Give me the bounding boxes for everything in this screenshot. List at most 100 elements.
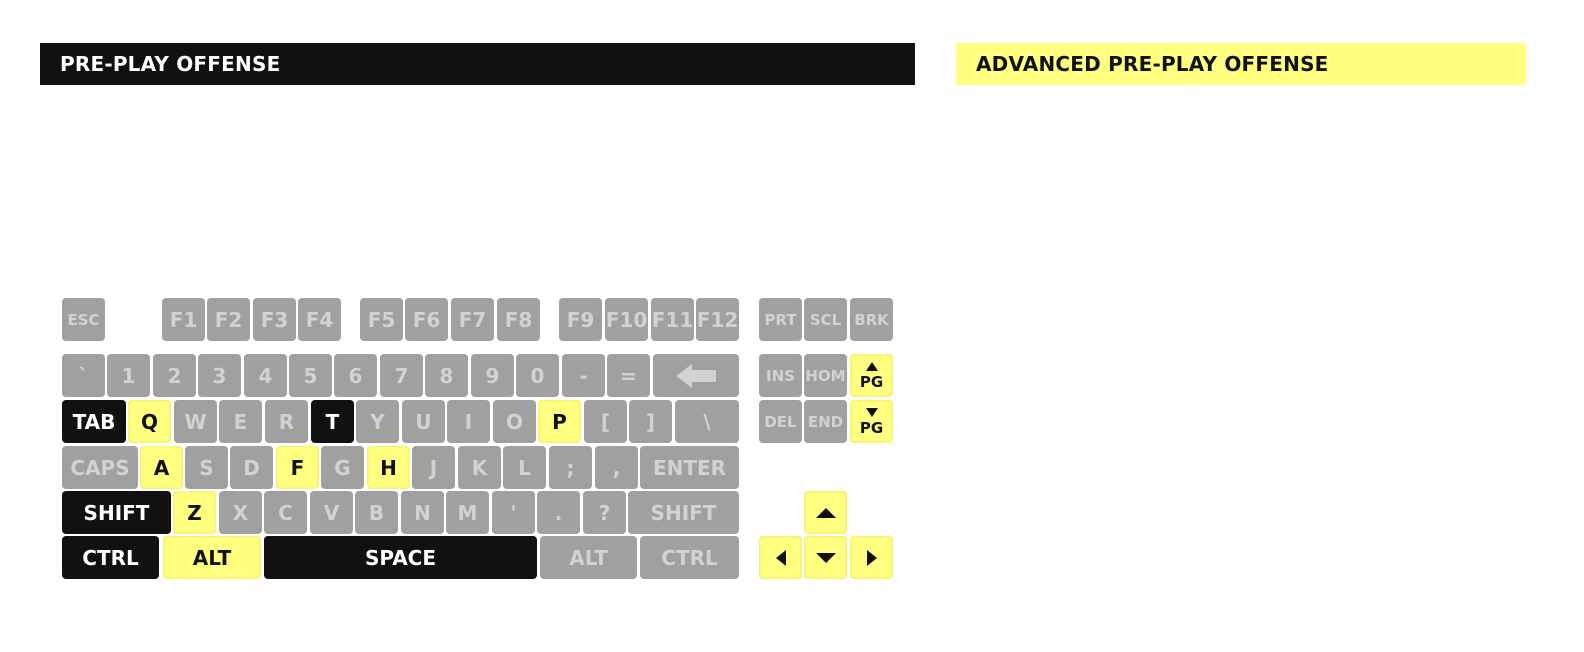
- key-8[interactable]: 8: [425, 354, 468, 397]
- key-t[interactable]: T: [311, 400, 354, 443]
- key-sym[interactable]: \: [675, 400, 739, 443]
- key-label: SCL: [809, 310, 842, 329]
- key-5[interactable]: 5: [289, 354, 332, 397]
- key-2[interactable]: 2: [153, 354, 196, 397]
- key-f2[interactable]: F2: [207, 298, 250, 341]
- key-f1[interactable]: F1: [162, 298, 205, 341]
- key-f12[interactable]: F12: [696, 298, 739, 341]
- arrow-up-icon: [815, 507, 836, 518]
- key-label: C: [278, 500, 293, 525]
- key-l[interactable]: L: [503, 446, 546, 489]
- key-label: INS: [766, 366, 795, 385]
- key-r[interactable]: R: [265, 400, 308, 443]
- key-i[interactable]: I: [447, 400, 490, 443]
- key-label: TAB: [72, 409, 116, 434]
- key-h[interactable]: H: [367, 446, 410, 489]
- key-f11[interactable]: F11: [651, 298, 694, 341]
- key-f5[interactable]: F5: [360, 298, 403, 341]
- key-sym[interactable]: `: [62, 354, 105, 397]
- key-label: PRT: [764, 310, 797, 329]
- key-sym[interactable]: ]: [629, 400, 672, 443]
- key-f7[interactable]: F7: [451, 298, 494, 341]
- key-z[interactable]: Z: [173, 491, 216, 534]
- key-a[interactable]: A: [140, 446, 183, 489]
- key-scl[interactable]: SCL: [804, 298, 847, 341]
- key-1[interactable]: 1: [107, 354, 150, 397]
- key-f8[interactable]: F8: [497, 298, 540, 341]
- key-w[interactable]: W: [174, 400, 217, 443]
- key-s[interactable]: S: [185, 446, 228, 489]
- key-u[interactable]: U: [402, 400, 445, 443]
- key-0[interactable]: 0: [516, 354, 559, 397]
- key-c[interactable]: C: [264, 491, 307, 534]
- key-label: ?: [598, 500, 611, 525]
- key-shift[interactable]: SHIFT: [628, 491, 739, 534]
- key-sym[interactable]: ?: [583, 491, 626, 534]
- key-del[interactable]: DEL: [759, 400, 802, 443]
- key-label: F11: [651, 307, 694, 332]
- key-g[interactable]: G: [321, 446, 364, 489]
- key-label: Y: [370, 409, 385, 434]
- key-d[interactable]: D: [230, 446, 273, 489]
- key-ins[interactable]: INS: [759, 354, 802, 397]
- key-f4[interactable]: F4: [298, 298, 341, 341]
- key-3[interactable]: 3: [198, 354, 241, 397]
- key-label: CAPS: [70, 455, 130, 480]
- key-b[interactable]: B: [355, 491, 398, 534]
- key-tab[interactable]: TAB: [62, 400, 126, 443]
- key-esc[interactable]: ESC: [62, 298, 105, 341]
- key-alt[interactable]: ALT: [540, 536, 637, 579]
- key-brk[interactable]: BRK: [850, 298, 893, 341]
- key-backspace-arrow[interactable]: [653, 354, 739, 397]
- key-hom[interactable]: HOM: [804, 354, 847, 397]
- key-7[interactable]: 7: [380, 354, 423, 397]
- key-label: =: [620, 363, 637, 388]
- key-enter[interactable]: ENTER: [640, 446, 739, 489]
- key-shift[interactable]: SHIFT: [62, 491, 171, 534]
- key-alt[interactable]: ALT: [163, 536, 261, 579]
- key-f6[interactable]: F6: [405, 298, 448, 341]
- key-e[interactable]: E: [219, 400, 262, 443]
- key-f10[interactable]: F10: [605, 298, 648, 341]
- key-space[interactable]: SPACE: [264, 536, 537, 579]
- key-k[interactable]: K: [458, 446, 501, 489]
- key-v[interactable]: V: [310, 491, 353, 534]
- key-o[interactable]: O: [493, 400, 536, 443]
- key-sym[interactable]: .: [537, 491, 580, 534]
- key-j[interactable]: J: [412, 446, 455, 489]
- key-6[interactable]: 6: [334, 354, 377, 397]
- key-label: F4: [305, 307, 334, 332]
- advanced-pre-play-offense-header: ADVANCED PRE-PLAY OFFENSE: [956, 43, 1526, 85]
- key-arrow-down[interactable]: [804, 536, 847, 579]
- key-label: BRK: [854, 310, 889, 329]
- key-prt[interactable]: PRT: [759, 298, 802, 341]
- key-sym[interactable]: ,: [595, 446, 638, 489]
- key-label: CTRL: [661, 545, 718, 570]
- key-x[interactable]: X: [219, 491, 262, 534]
- key-sym[interactable]: =: [607, 354, 650, 397]
- key-f[interactable]: F: [276, 446, 319, 489]
- key-sym[interactable]: ': [492, 491, 535, 534]
- key-end[interactable]: END: [804, 400, 847, 443]
- key-y[interactable]: Y: [356, 400, 399, 443]
- key-f3[interactable]: F3: [253, 298, 296, 341]
- key-n[interactable]: N: [401, 491, 444, 534]
- key-ctrl[interactable]: CTRL: [62, 536, 159, 579]
- key-arrow-right[interactable]: [850, 536, 893, 579]
- key-sym[interactable]: ;: [549, 446, 592, 489]
- key-p[interactable]: P: [538, 400, 581, 443]
- key-q[interactable]: Q: [128, 400, 171, 443]
- key-9[interactable]: 9: [471, 354, 514, 397]
- key-sym[interactable]: -: [562, 354, 605, 397]
- key-m[interactable]: M: [446, 491, 489, 534]
- key-sym[interactable]: [: [584, 400, 627, 443]
- key-arrow-up[interactable]: [804, 491, 847, 534]
- key-f9[interactable]: F9: [559, 298, 602, 341]
- key-4[interactable]: 4: [244, 354, 287, 397]
- key-page-up[interactable]: PG: [850, 354, 893, 397]
- key-arrow-left[interactable]: [759, 536, 802, 579]
- key-caps[interactable]: CAPS: [62, 446, 138, 489]
- key-page-down[interactable]: PG: [850, 400, 893, 443]
- key-label: DEL: [764, 412, 797, 431]
- key-ctrl[interactable]: CTRL: [640, 536, 739, 579]
